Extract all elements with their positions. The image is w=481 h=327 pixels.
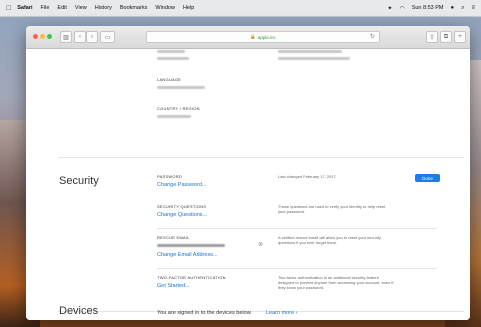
two-factor-label: TWO-FACTOR AUTHENTICATION <box>157 275 226 280</box>
share-icon[interactable]: ⇪ <box>426 31 438 43</box>
siri-icon[interactable]: ✦ <box>387 5 392 12</box>
reload-icon[interactable]: ↻ <box>370 33 375 40</box>
remove-email-icon[interactable]: ⊗ <box>258 241 263 248</box>
notification-center-icon[interactable]: ≡ <box>471 5 475 11</box>
section-divider <box>58 157 464 158</box>
safari-window: ▥ ‹ › ▭ 🔒 apple.inc ↻ ⇪ ⧉ + LANGUAGE COU… <box>26 26 470 320</box>
section-divider <box>58 311 464 312</box>
menu-view[interactable]: View <box>75 5 87 11</box>
minimize-window-icon[interactable] <box>40 34 45 39</box>
birthday-value-blurred <box>157 57 189 60</box>
security-title: Security <box>59 175 99 187</box>
change-questions-link[interactable]: Change Questions... <box>157 212 207 218</box>
security-questions-description: These questions are used to verify your … <box>278 204 386 215</box>
reader-icon[interactable]: ▭ <box>100 31 115 43</box>
user-icon[interactable]: ● <box>450 5 454 11</box>
menu-help[interactable]: Help <box>183 5 194 11</box>
birthday-label-blurred <box>157 50 185 53</box>
address-bar[interactable]: 🔒 apple.inc ↻ <box>146 31 380 43</box>
close-window-icon[interactable] <box>33 34 38 39</box>
menu-file[interactable]: File <box>41 5 50 11</box>
row-divider <box>157 228 437 229</box>
browser-toolbar: ▥ ‹ › ▭ 🔒 apple.inc ↻ ⇪ ⧉ + <box>26 26 470 49</box>
lock-icon: 🔒 <box>250 34 256 39</box>
devices-title: Devices <box>59 305 99 317</box>
email-value2-blurred <box>278 57 350 60</box>
row-divider <box>157 268 437 269</box>
country-value-blurred <box>157 115 191 118</box>
two-factor-description: Two-factor authentication is an addition… <box>278 275 394 291</box>
change-email-link[interactable]: Change Email Address... <box>157 252 218 258</box>
country-label: COUNTRY / REGION <box>157 106 200 111</box>
status-area: ✦ ◠ Sun 8:53 PM ● ⌕ ≡ <box>387 0 475 16</box>
account-page: LANGUAGE COUNTRY / REGION Security PASSW… <box>26 49 470 320</box>
new-tab-icon[interactable]: + <box>454 31 466 43</box>
menu-edit[interactable]: Edit <box>57 5 66 11</box>
devices-signed-in-text: You are signed in to the devices below. <box>157 310 252 316</box>
sidebar-icon[interactable]: ▥ <box>60 31 72 43</box>
zoom-window-icon[interactable] <box>47 34 52 39</box>
rescue-email-description: A verified rescue email will allow you t… <box>278 235 381 246</box>
email-value-blurred <box>278 50 342 53</box>
security-questions-label: SECURITY QUESTIONS <box>157 204 207 209</box>
change-password-link[interactable]: Change Password... <box>157 182 207 188</box>
password-label: PASSWORD <box>157 174 183 179</box>
done-button[interactable]: Done <box>415 174 440 182</box>
apple-menu-icon[interactable]:  <box>6 5 11 12</box>
learn-more-link[interactable]: Learn more › <box>266 310 298 316</box>
menu-history[interactable]: History <box>95 5 112 11</box>
clock[interactable]: Sun 8:53 PM <box>412 5 444 11</box>
menu-window[interactable]: Window <box>155 5 175 11</box>
spotlight-icon[interactable]: ⌕ <box>461 5 464 12</box>
menu-app-name[interactable]: Safari <box>17 5 32 11</box>
forward-icon[interactable]: › <box>86 31 98 43</box>
menu-bookmarks[interactable]: Bookmarks <box>120 5 148 11</box>
language-label: LANGUAGE <box>157 77 182 82</box>
wifi-icon[interactable]: ◠ <box>399 5 404 12</box>
rescue-email-label: RESCUE EMAIL <box>157 235 190 240</box>
back-icon[interactable]: ‹ <box>74 31 86 43</box>
menu-bar:  Safari File Edit View History Bookmark… <box>0 0 481 17</box>
address-text: apple.inc <box>257 34 276 40</box>
rescue-email-value-blurred <box>157 244 225 247</box>
two-factor-get-started-link[interactable]: Get Started... <box>157 283 190 289</box>
language-value-blurred <box>157 86 205 89</box>
tabs-overview-icon[interactable]: ⧉ <box>440 31 452 43</box>
password-last-changed: Last changed February 17, 2017 <box>278 174 336 179</box>
